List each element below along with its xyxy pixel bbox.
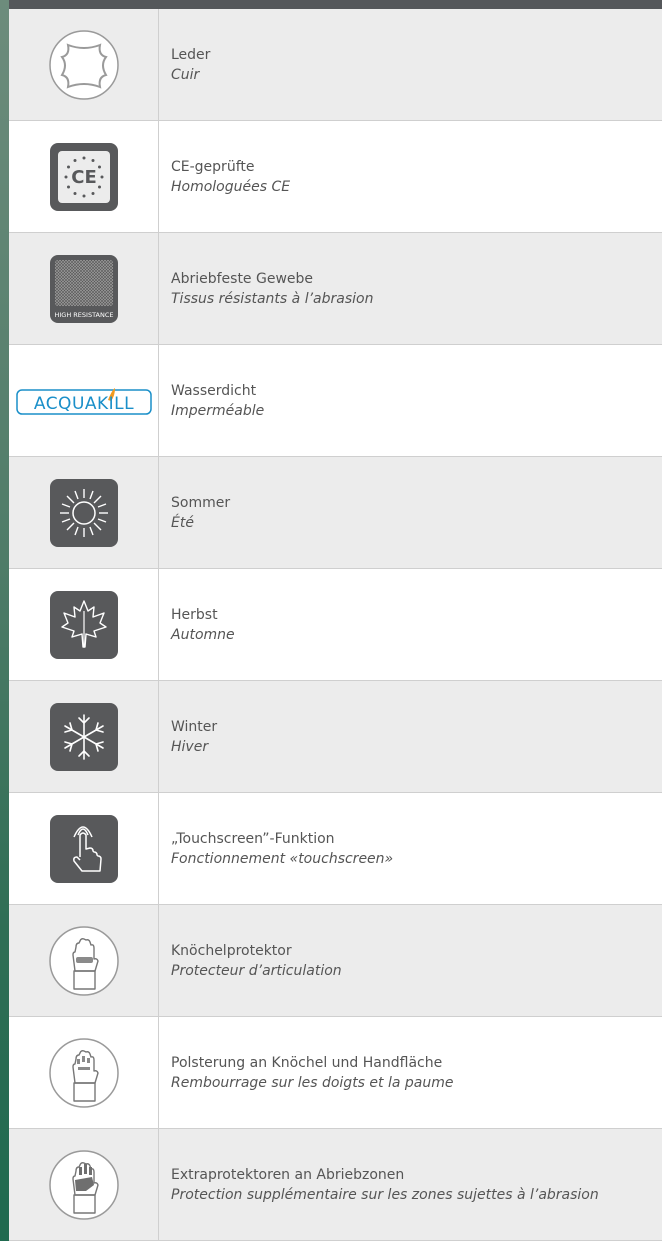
feature-label-fr: Protecteur d’articulation	[171, 962, 342, 979]
feature-label-de: Winter	[171, 718, 218, 735]
feature-label-fr: Été	[171, 514, 194, 531]
feature-icon-cell: HIGH RESISTANCE	[9, 233, 158, 344]
feature-icon-cell: ACQUAKILL	[9, 345, 158, 456]
column-divider	[158, 457, 159, 568]
feature-icon-cell: CE	[9, 121, 158, 232]
feature-icon-cell	[9, 1129, 158, 1240]
feature-text: Extraprotektoren an Abriebzonen Protecti…	[171, 1129, 654, 1240]
feature-row-extra-protectors: Extraprotektoren an Abriebzonen Protecti…	[9, 1129, 662, 1241]
feature-row-knuckle-protector: Knöchelprotektor Protecteur d’articulati…	[9, 905, 662, 1017]
feature-label-de: „Touchscreen”-Funktion	[171, 830, 335, 847]
feature-label-de: Leder	[171, 46, 211, 63]
knuckle-protector-glove-icon	[48, 925, 119, 996]
feature-icon-cell	[9, 1017, 158, 1128]
feature-label-fr: Imperméable	[171, 402, 265, 419]
feature-icon-cell	[9, 569, 158, 680]
column-divider	[158, 1017, 159, 1128]
feature-label-de: CE-geprüfte	[171, 158, 255, 175]
feature-label-fr: Cuir	[171, 66, 200, 83]
feature-text: Sommer Été	[171, 457, 654, 568]
feature-label-de: Wasserdicht	[171, 382, 257, 399]
feature-label-de: Abriebfeste Gewebe	[171, 270, 314, 287]
feature-text: Leder Cuir	[171, 9, 654, 120]
column-divider	[158, 1129, 159, 1240]
feature-text: CE-geprüfte Homologuées CE	[171, 121, 654, 232]
feature-icon-cell	[9, 457, 158, 568]
feature-label-de: Knöchelprotektor	[171, 942, 292, 959]
column-divider	[158, 345, 159, 456]
header-bar	[0, 0, 662, 9]
leather-icon	[48, 29, 119, 100]
feature-label-fr: Homologuées CE	[171, 178, 291, 195]
icon-label-high-resistance: HIGH RESISTANCE	[54, 311, 113, 319]
feature-icon-cell	[9, 9, 158, 120]
feature-row-padding: Polsterung an Knöchel und Handfläche Rem…	[9, 1017, 662, 1129]
feature-row-ce: CE CE-geprüfte Homologuées CE	[9, 121, 662, 233]
feature-row-waterproof: ACQUAKILL Wasserdicht Imperméable	[9, 345, 662, 457]
feature-text: Polsterung an Knöchel und Handfläche Rem…	[171, 1017, 654, 1128]
feature-text: Knöchelprotektor Protecteur d’articulati…	[171, 905, 654, 1016]
feature-label-fr: Rembourrage sur les doigts et la paume	[171, 1074, 454, 1091]
feature-label-de: Extraprotektoren an Abriebzonen	[171, 1166, 405, 1183]
feature-label-fr: Protection supplémentaire sur les zones …	[171, 1186, 599, 1203]
feature-table: Leder Cuir CE CE-geprüfte Homologuées CE	[9, 9, 662, 1241]
feature-row-winter: Winter Hiver	[9, 681, 662, 793]
feature-label-de: Sommer	[171, 494, 231, 511]
extra-protector-glove-icon	[48, 1149, 119, 1220]
feature-text: Herbst Automne	[171, 569, 654, 680]
feature-label-fr: Automne	[171, 626, 235, 643]
column-divider	[158, 121, 159, 232]
column-divider	[158, 9, 159, 120]
column-divider	[158, 569, 159, 680]
column-divider	[158, 681, 159, 792]
column-divider	[158, 233, 159, 344]
column-divider	[158, 793, 159, 904]
high-resistance-fabric-icon: HIGH RESISTANCE	[49, 254, 118, 323]
feature-icon-cell	[9, 681, 158, 792]
snowflake-icon	[49, 702, 118, 771]
feature-label-fr: Fonctionnement «touchscreen»	[171, 850, 394, 867]
padded-glove-icon	[48, 1037, 119, 1108]
ce-certification-icon: CE	[49, 142, 118, 211]
feature-row-summer: Sommer Été	[9, 457, 662, 569]
maple-leaf-icon	[49, 590, 118, 659]
feature-text: „Touchscreen”-Funktion Fonctionnement «t…	[171, 793, 654, 904]
feature-label-fr: Tissus résistants à l’abrasion	[171, 290, 374, 307]
feature-label-de: Herbst	[171, 606, 218, 623]
touchscreen-icon	[49, 814, 118, 883]
feature-row-leather: Leder Cuir	[9, 9, 662, 121]
feature-icon-cell	[9, 905, 158, 1016]
side-accent-strip	[0, 0, 9, 1241]
feature-icon-cell	[9, 793, 158, 904]
feature-text: Winter Hiver	[171, 681, 654, 792]
feature-row-abrasion: HIGH RESISTANCE Abriebfeste Gewebe Tissu…	[9, 233, 662, 345]
feature-row-touchscreen: „Touchscreen”-Funktion Fonctionnement «t…	[9, 793, 662, 905]
feature-label-fr: Hiver	[171, 738, 209, 755]
svg-text:CE: CE	[71, 167, 97, 188]
acquakill-label: ACQUAKILL	[33, 394, 133, 414]
column-divider	[158, 905, 159, 1016]
acquakill-logo: ACQUAKILL	[15, 387, 152, 415]
feature-label-de: Polsterung an Knöchel und Handfläche	[171, 1054, 443, 1071]
sun-icon	[49, 478, 118, 547]
feature-text: Wasserdicht Imperméable	[171, 345, 654, 456]
feature-row-autumn: Herbst Automne	[9, 569, 662, 681]
feature-text: Abriebfeste Gewebe Tissus résistants à l…	[171, 233, 654, 344]
